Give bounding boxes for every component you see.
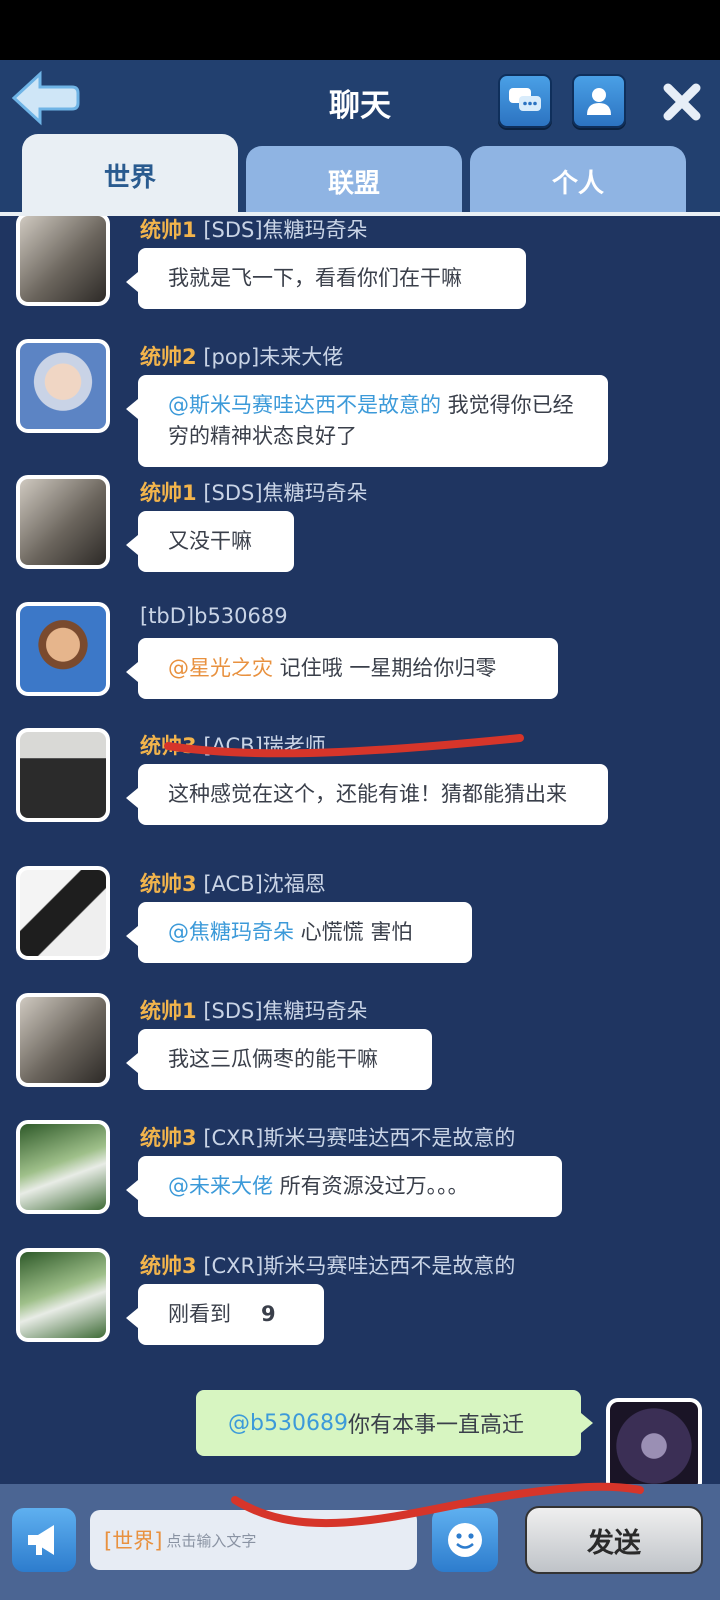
sender-name: 统帅1 [SDS]焦糖玛奇朵	[140, 481, 368, 505]
sender-name: [tbD]b530689	[140, 604, 288, 628]
megaphone-icon[interactable]	[12, 1508, 76, 1572]
tab-world[interactable]: 世界	[22, 134, 238, 216]
avatar[interactable]	[16, 475, 110, 569]
tab-alliance[interactable]: 联盟	[246, 146, 462, 216]
profile-icon[interactable]	[572, 74, 626, 128]
avatar[interactable]	[16, 993, 110, 1087]
avatar[interactable]	[16, 728, 110, 822]
input-placeholder: 点击输入文字	[166, 1531, 257, 1550]
sender-name: 统帅3 [CXR]斯米马赛哇达西不是故意的	[140, 1126, 516, 1150]
message-bubble[interactable]: @未来大佬 所有资源没过万。。。	[126, 1156, 562, 1217]
message-bubble[interactable]: 这种感觉在这个，还能有谁！猜都能猜出来	[126, 764, 608, 825]
mention-link[interactable]: @未来大佬	[168, 1174, 273, 1198]
avatar[interactable]	[16, 602, 110, 696]
mention-link[interactable]: @焦糖玛奇朵	[168, 920, 294, 944]
avatar[interactable]	[16, 339, 110, 433]
avatar[interactable]	[16, 1248, 110, 1342]
sender-name: 统帅3 [ACB]沈福恩	[140, 872, 326, 896]
message-bubble[interactable]: @焦糖玛奇朵 心慌慌 害怕	[126, 902, 472, 963]
my-avatar[interactable]	[606, 1398, 702, 1484]
sender-name: 统帅3 [CXR]斯米马赛哇达西不是故意的	[140, 1254, 516, 1278]
chat-feed[interactable]: 统帅1 [SDS]焦糖玛奇朵 我就是飞一下，看看你们在干嘛 统帅2 [pop]未…	[0, 216, 720, 1484]
close-icon[interactable]	[660, 80, 704, 124]
avatar[interactable]	[16, 866, 110, 960]
sender-name: 统帅2 [pop]未来大佬	[140, 345, 344, 369]
mention-link[interactable]: @b530689	[228, 1411, 348, 1436]
my-message-bubble[interactable]: @b530689 你有本事一直高迁	[196, 1390, 593, 1456]
message-bubble[interactable]: @斯米马赛哇达西不是故意的 我觉得你已经穷的精神状态良好了	[126, 375, 608, 467]
mention-link[interactable]: @斯米马赛哇达西不是故意的	[168, 393, 441, 417]
tab-personal[interactable]: 个人	[470, 146, 686, 216]
sender-name: 统帅1 [SDS]焦糖玛奇朵	[140, 999, 368, 1023]
mention-link[interactable]: @星光之灾	[168, 656, 273, 680]
message-bubble[interactable]: @星光之灾 记住哦 一星期给你归零	[126, 638, 558, 699]
channel-tag: [世界]	[104, 1529, 163, 1553]
send-button[interactable]: 发送	[525, 1506, 703, 1574]
avatar[interactable]	[16, 216, 110, 306]
message-bubble[interactable]: 刚看到 9	[126, 1284, 324, 1345]
sender-name: 统帅1 [SDS]焦糖玛奇朵	[140, 218, 368, 242]
emoji-icon[interactable]	[432, 1508, 498, 1572]
message-bubble[interactable]: 我这三瓜俩枣的能干嘛	[126, 1029, 432, 1090]
avatar[interactable]	[16, 1120, 110, 1214]
status-bar	[0, 0, 720, 60]
message-bubble[interactable]: 又没干嘛	[126, 511, 294, 572]
chat-input[interactable]: [世界] 点击输入文字	[90, 1510, 417, 1570]
chat-bubbles-icon[interactable]	[498, 74, 552, 128]
message-bubble[interactable]: 我就是飞一下，看看你们在干嘛	[126, 248, 526, 309]
sender-name: 统帅3 [ACB]瑞老师	[140, 734, 326, 758]
